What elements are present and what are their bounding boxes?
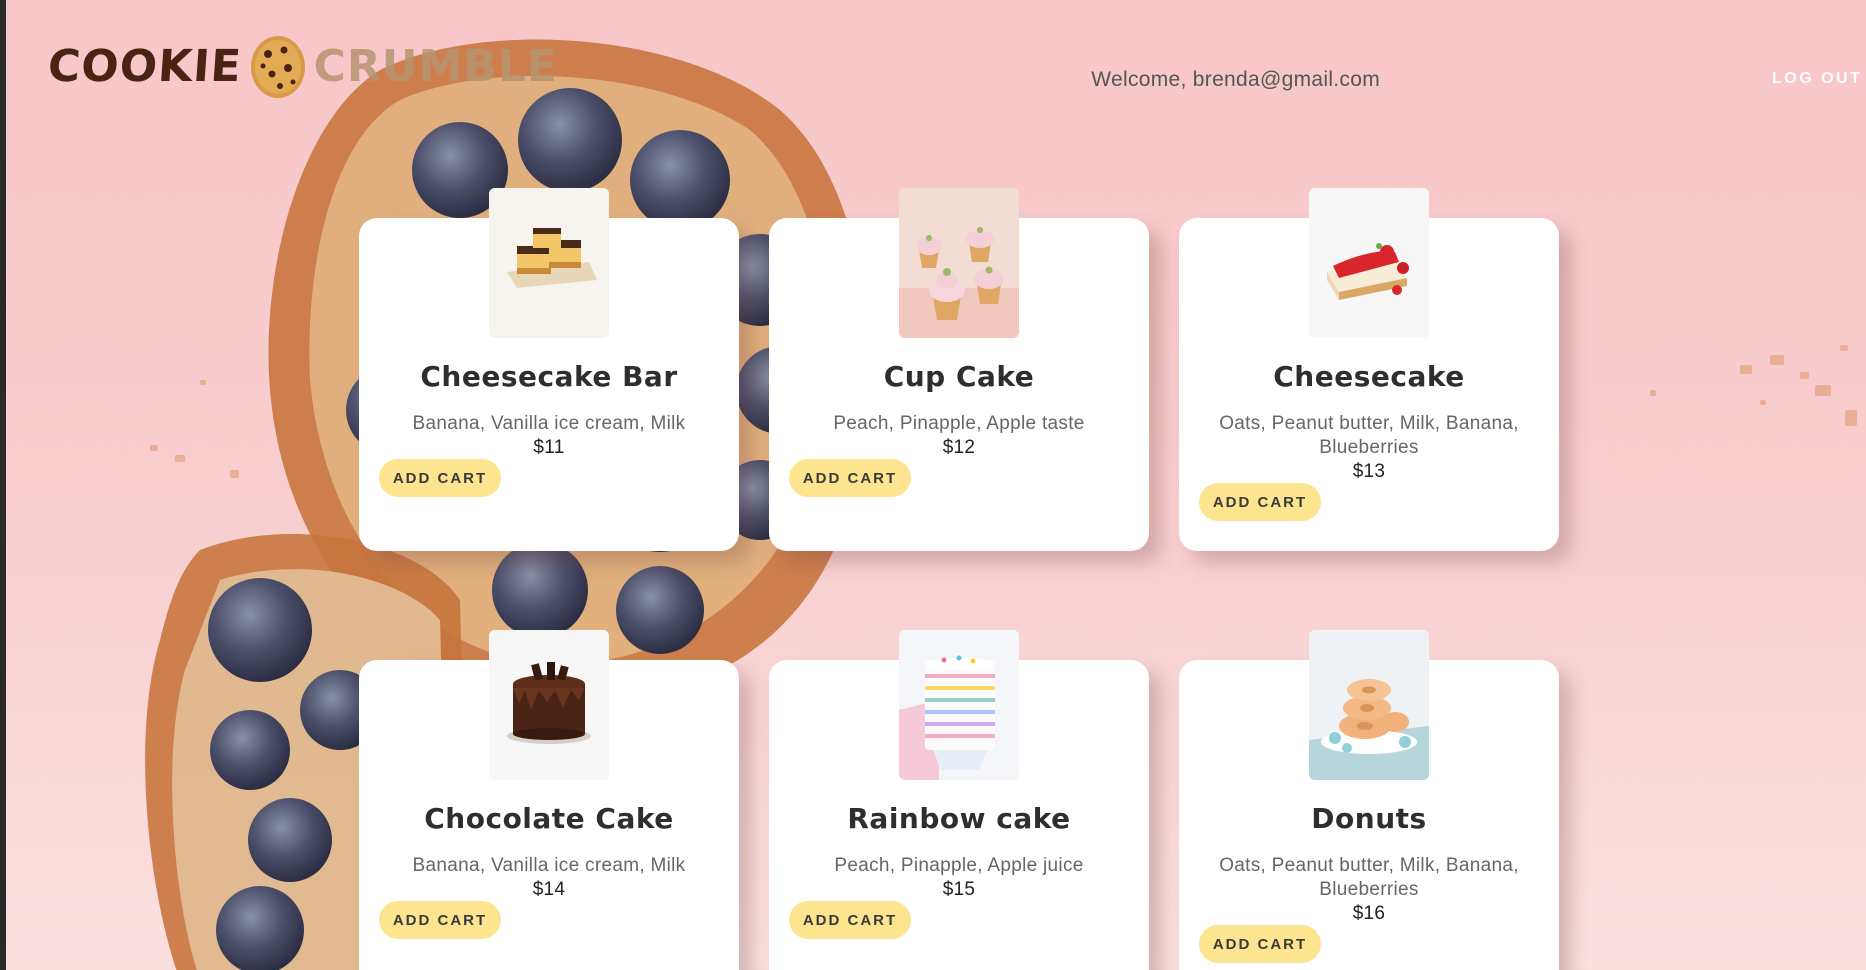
- product-price: $14: [532, 879, 566, 900]
- product-name: Donuts: [1311, 802, 1427, 835]
- product-description: Peach, Pinapple, Apple juice: [834, 855, 1084, 876]
- product-price: $16: [1352, 903, 1386, 924]
- product-details: Oats, Peanut butter, Milk, Banana, Blueb…: [1199, 854, 1539, 926]
- brand-logo[interactable]: COOKIE CRUMBLE: [46, 36, 558, 98]
- product-card: Rainbow cake Peach, Pinapple, Apple juic…: [769, 630, 1149, 970]
- rainbow-cake-image: [899, 630, 1019, 780]
- product-grid: Cheesecake Bar Banana, Vanilla ice cream…: [359, 188, 1559, 970]
- add-cart-button[interactable]: ADD CART: [379, 901, 501, 939]
- product-description: Peach, Pinapple, Apple taste: [833, 413, 1085, 434]
- product-price: $12: [942, 437, 976, 458]
- product-name: Cheesecake Bar: [420, 360, 678, 393]
- brand-word-cookie: COOKIE: [46, 41, 244, 92]
- product-details: Peach, Pinapple, Apple taste $12: [789, 412, 1129, 460]
- cheesecake-image: [1309, 188, 1429, 338]
- product-details: Banana, Vanilla ice cream, Milk $14: [379, 854, 719, 902]
- donuts-image: [1309, 630, 1429, 780]
- product-name: Chocolate Cake: [424, 802, 674, 835]
- cupcake-image: [899, 188, 1019, 338]
- cheesecake-bar-image: [489, 188, 609, 338]
- add-cart-button[interactable]: ADD CART: [379, 459, 501, 497]
- add-cart-button[interactable]: ADD CART: [789, 459, 911, 497]
- product-description: Oats, Peanut butter, Milk, Banana, Blueb…: [1219, 855, 1519, 900]
- product-card: Donuts Oats, Peanut butter, Milk, Banana…: [1179, 630, 1559, 970]
- product-name: Rainbow cake: [847, 802, 1071, 835]
- welcome-message: Welcome, brenda@gmail.com: [1091, 68, 1380, 91]
- product-details: Peach, Pinapple, Apple juice $15: [789, 854, 1129, 902]
- add-cart-button[interactable]: ADD CART: [789, 901, 911, 939]
- product-price: $13: [1352, 461, 1386, 482]
- product-price: $11: [533, 437, 565, 458]
- logout-link[interactable]: LOG OUT: [1772, 70, 1862, 88]
- add-cart-button[interactable]: ADD CART: [1199, 925, 1321, 963]
- product-description: Oats, Peanut butter, Milk, Banana, Blueb…: [1219, 413, 1519, 458]
- product-card: Cheesecake Bar Banana, Vanilla ice cream…: [359, 188, 739, 551]
- product-description: Banana, Vanilla ice cream, Milk: [412, 413, 686, 434]
- product-card: Cup Cake Peach, Pinapple, Apple taste $1…: [769, 188, 1149, 551]
- product-name: Cup Cake: [883, 360, 1035, 393]
- site-header: COOKIE CRUMBLE Welcome, brenda@gmail.com…: [0, 0, 1866, 150]
- product-description: Banana, Vanilla ice cream, Milk: [412, 855, 686, 876]
- brand-word-crumble: CRUMBLE: [313, 41, 558, 92]
- product-details: Banana, Vanilla ice cream, Milk $11: [379, 412, 719, 460]
- cookie-icon: [250, 36, 305, 98]
- product-card: Chocolate Cake Banana, Vanilla ice cream…: [359, 630, 739, 970]
- chocolate-cake-image: [489, 630, 609, 780]
- product-card: Cheesecake Oats, Peanut butter, Milk, Ba…: [1179, 188, 1559, 551]
- product-details: Oats, Peanut butter, Milk, Banana, Blueb…: [1199, 412, 1539, 484]
- add-cart-button[interactable]: ADD CART: [1199, 483, 1321, 521]
- product-price: $15: [942, 879, 976, 900]
- product-name: Cheesecake: [1273, 360, 1465, 393]
